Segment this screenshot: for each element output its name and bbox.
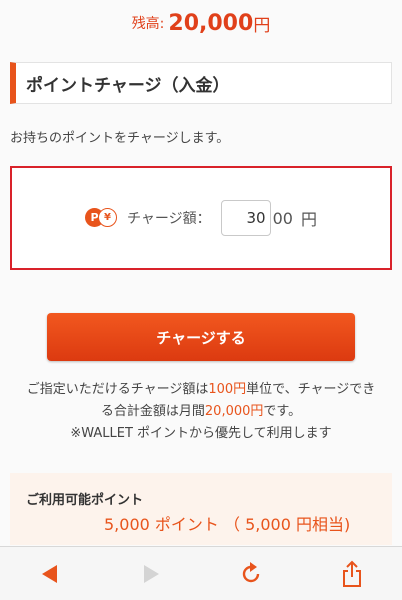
reload-icon bbox=[243, 561, 260, 582]
back-button[interactable] bbox=[30, 554, 70, 594]
note-highlight: 20,000円 bbox=[204, 404, 264, 419]
points-value: 5,000 ポイント （ 5,000 円相当) bbox=[104, 515, 351, 534]
forward-button[interactable] bbox=[131, 554, 171, 594]
forward-arrow-icon bbox=[143, 564, 159, 583]
charge-unit: 円 bbox=[300, 210, 317, 229]
charge-notes: ご指定いただけるチャージ額は100円単位で、チャージでき る合計金額は月間20,… bbox=[14, 379, 388, 445]
note-text: です。 bbox=[263, 404, 302, 419]
points-title: ご利用可能ポイント bbox=[26, 493, 144, 508]
point-yen-icon: P ¥ bbox=[85, 208, 118, 228]
available-points-box: ご利用可能ポイント 5,000 ポイント （ 5,000 円相当) bbox=[10, 473, 392, 545]
note-text: ご指定いただけるチャージ額は bbox=[26, 382, 209, 397]
charge-amount-input[interactable] bbox=[220, 200, 271, 236]
charge-label: チャージ額： bbox=[127, 211, 211, 227]
note-text: 単位で、チャージでき bbox=[246, 382, 376, 397]
charge-suffix: 00 bbox=[272, 208, 293, 228]
share-icon bbox=[342, 560, 361, 587]
share-button[interactable] bbox=[332, 554, 372, 594]
balance-amount: 20,000 bbox=[168, 10, 254, 36]
charge-button[interactable]: チャージする bbox=[47, 313, 355, 361]
charge-amount-box: P¥ チャージ額： 00 円 bbox=[10, 166, 392, 270]
browser-toolbar bbox=[0, 546, 402, 600]
balance-label: 残高: bbox=[131, 16, 165, 32]
reload-button[interactable] bbox=[231, 554, 271, 594]
back-arrow-icon bbox=[42, 564, 58, 583]
balance-bar: 残高: 20,000 円 bbox=[0, 0, 402, 46]
note-text: る合計金額は月間 bbox=[100, 404, 205, 419]
note-highlight: 100円 bbox=[208, 382, 247, 397]
balance-unit: 円 bbox=[253, 15, 271, 36]
intro-text: お持ちのポイントをチャージします。 bbox=[10, 131, 230, 146]
note-line-3: ※WALLET ポイントから優先して利用します bbox=[70, 426, 332, 441]
note-line-1: ご指定いただけるチャージ額は100円単位で、チャージでき bbox=[14, 379, 388, 401]
note-line-2: る合計金額は月間20,000円です。 bbox=[14, 401, 388, 423]
section-title: ポイントチャージ（入金） bbox=[10, 62, 392, 104]
